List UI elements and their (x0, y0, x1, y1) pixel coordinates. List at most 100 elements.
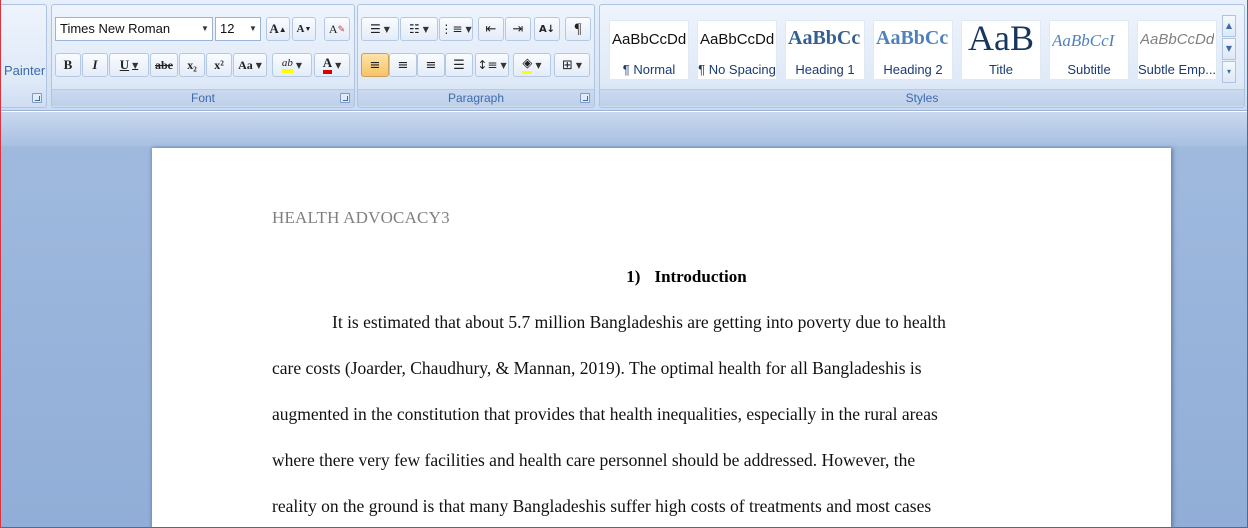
font-color-icon: A (322, 56, 333, 74)
bullets-icon: ☰ (370, 22, 381, 36)
justify-icon: ☰ (453, 57, 465, 73)
font-color-button[interactable]: A ▼ (314, 53, 350, 77)
style-sample: AaBbCc (876, 27, 949, 49)
clipboard-group: Painter (1, 4, 47, 108)
decrease-indent-button[interactable]: ⇤ (478, 17, 504, 41)
style-sample: AaBbCcDd (612, 31, 686, 48)
justify-button[interactable]: ☰ (445, 53, 473, 77)
paint-bucket-icon: ◈ (522, 56, 533, 74)
increase-indent-icon: ⇥ (512, 21, 524, 37)
section-heading: 1) Introduction (152, 267, 1171, 287)
align-left-button[interactable]: ≡ (361, 53, 389, 77)
italic-button[interactable]: I (82, 53, 108, 77)
font-name-combo[interactable]: Times New Roman ▼ (55, 17, 213, 41)
style-tile-subtle-emphasis[interactable]: AaBbCcDd Subtle Emp... (1137, 20, 1217, 80)
body-line-3: augmented in the constitution that provi… (272, 404, 938, 424)
style-tile-no-spacing[interactable]: AaBbCcDd ¶ No Spacing (697, 20, 777, 80)
font-launcher-icon[interactable] (340, 93, 350, 103)
style-tile-normal[interactable]: AaBbCcDd ¶ Normal (609, 20, 689, 80)
decrease-indent-icon: ⇤ (485, 21, 497, 37)
bold-button[interactable]: B (55, 53, 81, 77)
increase-indent-button[interactable]: ⇥ (505, 17, 531, 41)
underline-icon: U (119, 57, 130, 72)
clear-formatting-icon: A (328, 21, 338, 36)
style-tile-heading-2[interactable]: AaBbCc Heading 2 (873, 20, 953, 80)
align-left-icon: ≡ (369, 57, 381, 73)
scroll-up-icon[interactable]: ▲ (1222, 15, 1236, 37)
sort-icon: A↓ (538, 23, 556, 35)
paragraph-group-label: Paragraph (358, 89, 594, 106)
grow-font-icon: A (269, 21, 279, 36)
scroll-down-icon[interactable]: ▼ (1222, 38, 1236, 60)
numbering-button[interactable]: ☷ ▼ (400, 17, 438, 41)
shading-button[interactable]: ◈ ▼ (513, 53, 551, 77)
style-sample: AaBbCcDd (1140, 31, 1214, 48)
document-page[interactable]: HEALTH ADVOCACY3 1) Introduction It is es… (152, 148, 1171, 527)
align-center-button[interactable]: ≡ (389, 53, 417, 77)
body-line-1: It is estimated that about 5.7 million B… (332, 312, 946, 332)
align-center-icon: ≡ (397, 57, 409, 73)
style-name: Subtitle (1067, 62, 1111, 77)
line-spacing-icon: ↕≡ (477, 58, 498, 72)
show-formatting-button[interactable]: ¶ (565, 17, 591, 41)
style-name: ¶ No Spacing (698, 62, 776, 77)
borders-icon: ⊞ (561, 57, 573, 73)
style-tile-title[interactable]: AaB Title (961, 20, 1041, 80)
style-name: Title (988, 62, 1014, 77)
line-spacing-button[interactable]: ↕≡ ▼ (475, 53, 509, 77)
document-area: HEALTH ADVOCACY3 1) Introduction It is es… (1, 112, 1247, 527)
align-right-icon: ≡ (425, 57, 437, 73)
change-case-icon: Aa (238, 57, 253, 72)
style-sample: AaBbCcDd (700, 31, 774, 48)
style-tile-heading-1[interactable]: AaBbCc Heading 1 (785, 20, 865, 80)
sort-button[interactable]: A↓ (534, 17, 560, 41)
paragraph-group: ☰ ▼ ☷ ▼ ⋮≡ ▼ ⇤ ⇥ A↓ ¶ ≡ ≡ ≡ ☰ ↕≡ ▼ ◈ ▼ ⊞… (357, 4, 595, 108)
subscript-button[interactable]: x₂ (179, 53, 205, 77)
style-tile-subtitle[interactable]: AaBbCcI Subtitle (1049, 20, 1129, 80)
font-size-value: 12 (220, 21, 235, 36)
numbering-icon: ☷ (409, 22, 420, 36)
font-group-label: Font (52, 89, 354, 106)
highlighter-icon: ab (281, 57, 293, 73)
change-case-button[interactable]: Aa ▼ (233, 53, 267, 77)
styles-gallery-scroll: ▲ ▼ ▾ (1222, 15, 1236, 85)
clipboard-launcher-icon[interactable] (32, 93, 42, 103)
style-name: Heading 2 (883, 62, 943, 77)
style-name: Subtle Emp... (1138, 62, 1216, 77)
shrink-font-button[interactable]: A ▼ (292, 17, 316, 41)
format-painter-button[interactable]: Painter (4, 63, 45, 78)
superscript-button[interactable]: x² (206, 53, 232, 77)
body-line-5: reality on the ground is that many Bangl… (272, 496, 932, 516)
multilevel-list-button[interactable]: ⋮≡ ▼ (439, 17, 473, 41)
multilevel-list-icon: ⋮≡ (440, 22, 463, 36)
pilcrow-icon: ¶ (574, 20, 582, 37)
body-line-4: where there very few facilities and heal… (272, 450, 916, 470)
grow-font-button[interactable]: A ▲ (266, 17, 290, 41)
ribbon: Painter Times New Roman ▼ 12 ▼ A ▲ A ▼ A ✎ (1, 0, 1247, 111)
styles-group: AaBbCcDd ¶ Normal AaBbCcDd ¶ No Spacing … (599, 4, 1245, 108)
highlight-button[interactable]: ab ▼ (272, 53, 312, 77)
style-sample: AaBbCcI (1052, 31, 1115, 50)
font-group: Times New Roman ▼ 12 ▼ A ▲ A ▼ A ✎ B I U ▼ (51, 4, 355, 108)
strikethrough-button[interactable]: abe (150, 53, 178, 77)
styles-group-label: Styles (600, 89, 1244, 106)
chevron-down-icon[interactable]: ▼ (198, 18, 212, 40)
bullets-button[interactable]: ☰ ▼ (361, 17, 399, 41)
style-sample: AaBbCc (788, 27, 861, 49)
heading-number: 1) (626, 267, 641, 286)
chevron-down-icon[interactable]: ▼ (246, 18, 260, 40)
underline-button[interactable]: U ▼ (109, 53, 149, 77)
borders-button[interactable]: ⊞ ▼ (554, 53, 590, 77)
style-name: ¶ Normal (622, 62, 676, 77)
word-window: Painter Times New Roman ▼ 12 ▼ A ▲ A ▼ A ✎ (0, 0, 1248, 528)
clear-formatting-button[interactable]: A ✎ (324, 17, 350, 41)
font-size-combo[interactable]: 12 ▼ (215, 17, 261, 41)
more-styles-icon[interactable]: ▾ (1222, 61, 1236, 83)
style-sample: AaB (968, 20, 1034, 58)
body-line-2: care costs (Joarder, Chaudhury, & Mannan… (272, 358, 922, 378)
ruler-band (1, 112, 1247, 146)
running-head: HEALTH ADVOCACY3 (272, 208, 450, 227)
style-name: Heading 1 (795, 62, 855, 77)
paragraph-launcher-icon[interactable] (580, 93, 590, 103)
align-right-button[interactable]: ≡ (417, 53, 445, 77)
